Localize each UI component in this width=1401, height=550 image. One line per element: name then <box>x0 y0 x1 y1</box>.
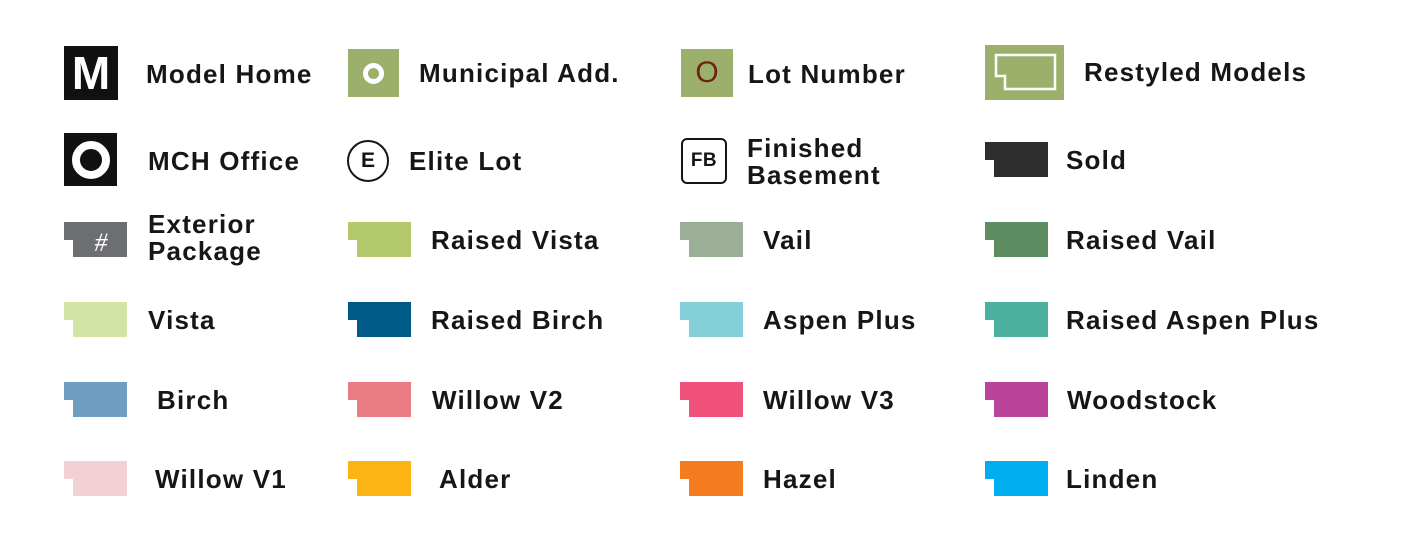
municipal-address-icon <box>348 49 399 97</box>
legend-label: Vista <box>148 305 216 335</box>
legend-label: Lot Number <box>748 59 906 89</box>
model-home-icon: M <box>64 46 118 100</box>
elite-circle-icon: E <box>347 140 389 182</box>
restyled-lot-outline-icon <box>985 45 1064 100</box>
lot-swatch-icon <box>64 382 128 418</box>
office-ring-icon <box>64 133 117 186</box>
legend-label: MCH Office <box>148 146 301 176</box>
legend-label: Birch <box>157 385 230 415</box>
lot-swatch-icon <box>985 222 1049 258</box>
legend-label: Raised Vista <box>431 225 600 255</box>
lot-swatch-icon <box>348 302 412 338</box>
legend-label: Raised Birch <box>431 305 605 335</box>
lot-swatch-icon <box>985 142 1049 178</box>
lot-swatch-icon <box>348 461 412 497</box>
lot-swatch-icon <box>680 302 744 338</box>
lot-swatch-icon <box>348 382 412 418</box>
lot-number-icon: O <box>681 49 733 97</box>
legend-label: Hazel <box>763 464 837 494</box>
legend-label-line2: Package <box>148 236 262 266</box>
legend-label: Vail <box>763 225 813 255</box>
hash-glyph: # <box>95 228 109 257</box>
legend-label: Aspen Plus <box>763 305 917 335</box>
legend-label-line1: Finished <box>747 133 864 163</box>
lot-swatch-icon <box>680 461 744 497</box>
legend-label: Municipal Add. <box>419 58 620 88</box>
lot-swatch-icon <box>985 461 1049 497</box>
lot-swatch-icon <box>680 222 744 258</box>
legend-label: Raised Aspen Plus <box>1066 305 1320 335</box>
legend-label: Willow V1 <box>155 464 287 494</box>
legend-label: Linden <box>1066 464 1159 494</box>
legend-label: Model Home <box>146 59 313 89</box>
lot-swatch-icon <box>348 222 412 258</box>
finished-basement-icon: FB <box>681 138 727 184</box>
legend-label: Willow V3 <box>763 385 895 415</box>
legend-label: Woodstock <box>1067 385 1218 415</box>
legend-label: Sold <box>1066 145 1128 175</box>
lot-swatch-icon <box>985 382 1049 418</box>
lot-swatch-icon <box>64 461 128 497</box>
legend-label: Raised Vail <box>1066 225 1217 255</box>
lot-swatch-icon <box>64 302 128 338</box>
legend-label-line1: Exterior <box>148 209 256 239</box>
legend-label: Elite Lot <box>409 146 523 176</box>
legend-label: Willow V2 <box>432 385 564 415</box>
legend-label: Restyled Models <box>1084 57 1308 87</box>
exterior-package-icon: # <box>64 222 128 258</box>
legend-label: Alder <box>439 464 512 494</box>
lot-swatch-icon <box>680 382 744 418</box>
lot-swatch-icon <box>985 302 1049 338</box>
legend-label-line2: Basement <box>747 160 881 190</box>
